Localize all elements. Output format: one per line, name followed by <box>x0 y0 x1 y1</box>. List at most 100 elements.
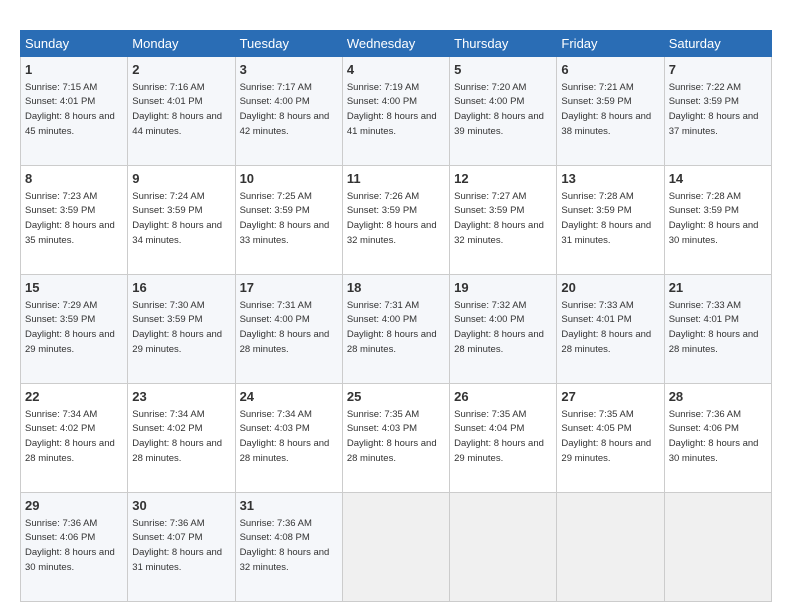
sunrise-info: Sunrise: 7:30 AMSunset: 3:59 PMDaylight:… <box>132 300 222 355</box>
day-number: 18 <box>347 279 445 297</box>
sunrise-info: Sunrise: 7:20 AMSunset: 4:00 PMDaylight:… <box>454 82 544 137</box>
day-number: 2 <box>132 61 230 79</box>
sunrise-info: Sunrise: 7:35 AMSunset: 4:04 PMDaylight:… <box>454 409 544 464</box>
day-cell-18: 18 Sunrise: 7:31 AMSunset: 4:00 PMDayligh… <box>342 275 449 384</box>
day-number: 20 <box>561 279 659 297</box>
calendar-table: SundayMondayTuesdayWednesdayThursdayFrid… <box>20 30 772 602</box>
day-cell-23: 23 Sunrise: 7:34 AMSunset: 4:02 PMDayligh… <box>128 384 235 493</box>
sunrise-info: Sunrise: 7:17 AMSunset: 4:00 PMDaylight:… <box>240 82 330 137</box>
day-cell-7: 7 Sunrise: 7:22 AMSunset: 3:59 PMDaylight… <box>664 57 771 166</box>
sunrise-info: Sunrise: 7:34 AMSunset: 4:02 PMDaylight:… <box>132 409 222 464</box>
day-number: 10 <box>240 170 338 188</box>
sunrise-info: Sunrise: 7:36 AMSunset: 4:08 PMDaylight:… <box>240 518 330 573</box>
day-number: 16 <box>132 279 230 297</box>
day-cell-2: 2 Sunrise: 7:16 AMSunset: 4:01 PMDaylight… <box>128 57 235 166</box>
empty-cell <box>664 493 771 602</box>
header: General Blue <box>20 18 772 20</box>
weekday-header-row: SundayMondayTuesdayWednesdayThursdayFrid… <box>21 31 772 57</box>
day-number: 3 <box>240 61 338 79</box>
weekday-header-sunday: Sunday <box>21 31 128 57</box>
sunrise-info: Sunrise: 7:28 AMSunset: 3:59 PMDaylight:… <box>561 191 651 246</box>
sunrise-info: Sunrise: 7:21 AMSunset: 3:59 PMDaylight:… <box>561 82 651 137</box>
sunrise-info: Sunrise: 7:31 AMSunset: 4:00 PMDaylight:… <box>240 300 330 355</box>
day-number: 7 <box>669 61 767 79</box>
day-number: 30 <box>132 497 230 515</box>
sunrise-info: Sunrise: 7:32 AMSunset: 4:00 PMDaylight:… <box>454 300 544 355</box>
day-cell-20: 20 Sunrise: 7:33 AMSunset: 4:01 PMDayligh… <box>557 275 664 384</box>
day-number: 4 <box>347 61 445 79</box>
sunrise-info: Sunrise: 7:23 AMSunset: 3:59 PMDaylight:… <box>25 191 115 246</box>
day-cell-1: 1 Sunrise: 7:15 AMSunset: 4:01 PMDaylight… <box>21 57 128 166</box>
page: General Blue SundayMondayTuesdayWednesda… <box>0 0 792 612</box>
sunrise-info: Sunrise: 7:24 AMSunset: 3:59 PMDaylight:… <box>132 191 222 246</box>
sunrise-info: Sunrise: 7:33 AMSunset: 4:01 PMDaylight:… <box>561 300 651 355</box>
week-row-3: 15 Sunrise: 7:29 AMSunset: 3:59 PMDayligh… <box>21 275 772 384</box>
day-number: 12 <box>454 170 552 188</box>
weekday-header-saturday: Saturday <box>664 31 771 57</box>
day-cell-6: 6 Sunrise: 7:21 AMSunset: 3:59 PMDaylight… <box>557 57 664 166</box>
day-number: 23 <box>132 388 230 406</box>
sunrise-info: Sunrise: 7:35 AMSunset: 4:03 PMDaylight:… <box>347 409 437 464</box>
sunrise-info: Sunrise: 7:35 AMSunset: 4:05 PMDaylight:… <box>561 409 651 464</box>
day-number: 22 <box>25 388 123 406</box>
day-number: 29 <box>25 497 123 515</box>
sunrise-info: Sunrise: 7:16 AMSunset: 4:01 PMDaylight:… <box>132 82 222 137</box>
sunrise-info: Sunrise: 7:36 AMSunset: 4:06 PMDaylight:… <box>669 409 759 464</box>
day-number: 19 <box>454 279 552 297</box>
sunrise-info: Sunrise: 7:36 AMSunset: 4:07 PMDaylight:… <box>132 518 222 573</box>
day-number: 13 <box>561 170 659 188</box>
sunrise-info: Sunrise: 7:25 AMSunset: 3:59 PMDaylight:… <box>240 191 330 246</box>
day-cell-15: 15 Sunrise: 7:29 AMSunset: 3:59 PMDayligh… <box>21 275 128 384</box>
day-number: 24 <box>240 388 338 406</box>
empty-cell <box>342 493 449 602</box>
day-cell-16: 16 Sunrise: 7:30 AMSunset: 3:59 PMDayligh… <box>128 275 235 384</box>
sunrise-info: Sunrise: 7:19 AMSunset: 4:00 PMDaylight:… <box>347 82 437 137</box>
day-cell-4: 4 Sunrise: 7:19 AMSunset: 4:00 PMDaylight… <box>342 57 449 166</box>
day-cell-24: 24 Sunrise: 7:34 AMSunset: 4:03 PMDayligh… <box>235 384 342 493</box>
day-cell-11: 11 Sunrise: 7:26 AMSunset: 3:59 PMDayligh… <box>342 166 449 275</box>
day-cell-26: 26 Sunrise: 7:35 AMSunset: 4:04 PMDayligh… <box>450 384 557 493</box>
day-number: 15 <box>25 279 123 297</box>
sunrise-info: Sunrise: 7:33 AMSunset: 4:01 PMDaylight:… <box>669 300 759 355</box>
day-number: 26 <box>454 388 552 406</box>
day-number: 6 <box>561 61 659 79</box>
sunrise-info: Sunrise: 7:29 AMSunset: 3:59 PMDaylight:… <box>25 300 115 355</box>
day-number: 11 <box>347 170 445 188</box>
day-number: 25 <box>347 388 445 406</box>
day-cell-19: 19 Sunrise: 7:32 AMSunset: 4:00 PMDayligh… <box>450 275 557 384</box>
sunrise-info: Sunrise: 7:27 AMSunset: 3:59 PMDaylight:… <box>454 191 544 246</box>
day-cell-29: 29Sunrise: 7:36 AMSunset: 4:06 PMDayligh… <box>21 493 128 602</box>
sunrise-info: Sunrise: 7:34 AMSunset: 4:02 PMDaylight:… <box>25 409 115 464</box>
day-number: 17 <box>240 279 338 297</box>
day-number: 9 <box>132 170 230 188</box>
week-row-2: 8Sunrise: 7:23 AMSunset: 3:59 PMDaylight… <box>21 166 772 275</box>
day-cell-27: 27 Sunrise: 7:35 AMSunset: 4:05 PMDayligh… <box>557 384 664 493</box>
sunrise-info: Sunrise: 7:26 AMSunset: 3:59 PMDaylight:… <box>347 191 437 246</box>
day-cell-25: 25 Sunrise: 7:35 AMSunset: 4:03 PMDayligh… <box>342 384 449 493</box>
day-number: 5 <box>454 61 552 79</box>
week-row-5: 29Sunrise: 7:36 AMSunset: 4:06 PMDayligh… <box>21 493 772 602</box>
day-cell-13: 13 Sunrise: 7:28 AMSunset: 3:59 PMDayligh… <box>557 166 664 275</box>
day-number: 27 <box>561 388 659 406</box>
day-cell-17: 17 Sunrise: 7:31 AMSunset: 4:00 PMDayligh… <box>235 275 342 384</box>
sunrise-info: Sunrise: 7:34 AMSunset: 4:03 PMDaylight:… <box>240 409 330 464</box>
day-cell-22: 22 Sunrise: 7:34 AMSunset: 4:02 PMDayligh… <box>21 384 128 493</box>
day-number: 1 <box>25 61 123 79</box>
sunrise-info: Sunrise: 7:22 AMSunset: 3:59 PMDaylight:… <box>669 82 759 137</box>
day-cell-9: 9 Sunrise: 7:24 AMSunset: 3:59 PMDaylight… <box>128 166 235 275</box>
empty-cell <box>450 493 557 602</box>
day-cell-3: 3 Sunrise: 7:17 AMSunset: 4:00 PMDaylight… <box>235 57 342 166</box>
day-cell-21: 21 Sunrise: 7:33 AMSunset: 4:01 PMDayligh… <box>664 275 771 384</box>
sunrise-info: Sunrise: 7:28 AMSunset: 3:59 PMDaylight:… <box>669 191 759 246</box>
day-number: 14 <box>669 170 767 188</box>
sunrise-info: Sunrise: 7:31 AMSunset: 4:00 PMDaylight:… <box>347 300 437 355</box>
day-number: 21 <box>669 279 767 297</box>
week-row-1: 1 Sunrise: 7:15 AMSunset: 4:01 PMDaylight… <box>21 57 772 166</box>
day-cell-10: 10 Sunrise: 7:25 AMSunset: 3:59 PMDayligh… <box>235 166 342 275</box>
day-number: 31 <box>240 497 338 515</box>
day-cell-5: 5 Sunrise: 7:20 AMSunset: 4:00 PMDaylight… <box>450 57 557 166</box>
day-cell-31: 31 Sunrise: 7:36 AMSunset: 4:08 PMDayligh… <box>235 493 342 602</box>
weekday-header-tuesday: Tuesday <box>235 31 342 57</box>
day-cell-14: 14 Sunrise: 7:28 AMSunset: 3:59 PMDayligh… <box>664 166 771 275</box>
sunrise-info: Sunrise: 7:15 AMSunset: 4:01 PMDaylight:… <box>25 82 115 137</box>
